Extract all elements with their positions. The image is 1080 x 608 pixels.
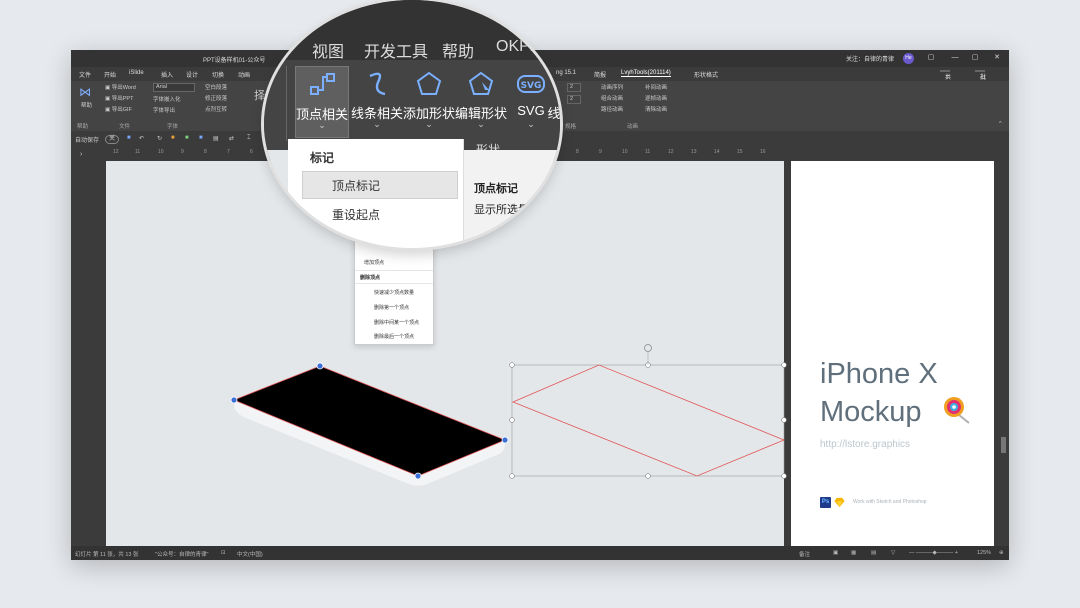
tab-partial[interactable]: 图 (264, 38, 276, 62)
photoshop-icon: Ps (820, 497, 831, 508)
add-shape-button[interactable]: 添加形状 ⌄ (402, 66, 456, 138)
svg-icon: SVG (517, 75, 545, 93)
vertex-dropdown-menu: 顶点 增加顶点 删除顶点 快速减少顶点数量 删除第一个顶点 删除中间某一个顶点 … (354, 235, 434, 345)
menu-header-delete: 删除顶点 (360, 275, 381, 281)
tab-view[interactable]: 视图 (312, 38, 344, 62)
menu-item-vertex-mark[interactable]: 顶点标记 (332, 177, 380, 194)
menu-item-delete-middle[interactable]: 删除中间某一个顶点 (374, 319, 419, 326)
preview-title: iPhone X Mockup (820, 355, 938, 431)
pentagon-icon (416, 71, 442, 95)
chevron-down-icon: ⌄ (318, 120, 326, 130)
menu-item-delete-first[interactable]: 删除第一个顶点 (374, 304, 409, 311)
menu-separator (355, 270, 433, 271)
tab-developer[interactable]: 开发工具 (364, 38, 428, 62)
magnified-menu: 标记 顶点标记 重设起点 (288, 139, 464, 248)
tab-okplus[interactable]: OKPlus ! (496, 38, 559, 56)
resize-handle (645, 473, 651, 479)
parallelogram-outline (511, 364, 786, 477)
preview-title-line1: iPhone X (820, 358, 938, 390)
selection-box (511, 364, 785, 477)
resize-handle (509, 417, 515, 423)
chevron-down-icon: ⌄ (373, 119, 381, 129)
vertex-handle (316, 362, 324, 370)
tooltip: 顶点标记 显示所选量 (464, 150, 560, 248)
vertex-handle (414, 472, 422, 480)
menu-item-reset-start[interactable]: 重设起点 (332, 206, 380, 223)
edit-shape-icon (468, 71, 494, 95)
line-partial-label: 线 (547, 106, 560, 121)
sketch-icon (834, 497, 845, 508)
menu-item-reduce-vertices[interactable]: 快速减少顶点数量 (374, 289, 414, 296)
preview-url: http://lstore.graphics (820, 439, 911, 450)
vertex-handle (230, 396, 238, 404)
edit-shape-button[interactable]: 编辑形状 ⌄ (454, 66, 508, 138)
lollipop-icon (944, 397, 970, 424)
resize-handle (781, 362, 787, 368)
menu-separator (355, 283, 433, 284)
tooltip-body: 显示所选量 (474, 204, 529, 216)
work-with-text: Work with Sketch and Photoshop (853, 499, 927, 505)
chevron-down-icon: ⌄ (477, 119, 485, 129)
chevron-down-icon: ⌄ (425, 119, 433, 129)
curve-line-icon (369, 72, 386, 96)
resize-handle (509, 473, 515, 479)
tab-help[interactable]: 帮助 (442, 38, 474, 62)
rotate-handle-icon (644, 344, 652, 352)
menu-item-delete-last[interactable]: 删除最后一个顶点 (374, 333, 414, 340)
menu-item-add-vertex[interactable]: 增加顶点 (364, 259, 384, 266)
preview-title-line2: Mockup (820, 396, 922, 428)
line-button-partial[interactable]: 线 (544, 66, 560, 138)
magnified-tabs: 图 视图 开发工具 帮助 OKPlus ! (264, 0, 560, 62)
magnifier-lens: 图 视图 开发工具 帮助 OKPlus ! 顶点相关 ⌄ 线条相关 ⌄ 添加形状… (264, 0, 560, 248)
vertex-icon (310, 73, 335, 95)
line-related-button[interactable]: 线条相关 ⌄ (350, 66, 404, 138)
menu-header-mark: 标记 (310, 151, 335, 165)
resize-handle (781, 417, 787, 423)
resize-handle (781, 473, 787, 479)
resize-handle (509, 362, 515, 368)
vertex-related-button[interactable]: 顶点相关 ⌄ (295, 66, 349, 138)
svg-text:SVG: SVG (521, 81, 542, 91)
tooltip-title: 顶点标记 (474, 183, 518, 195)
vertex-handle (501, 436, 509, 444)
